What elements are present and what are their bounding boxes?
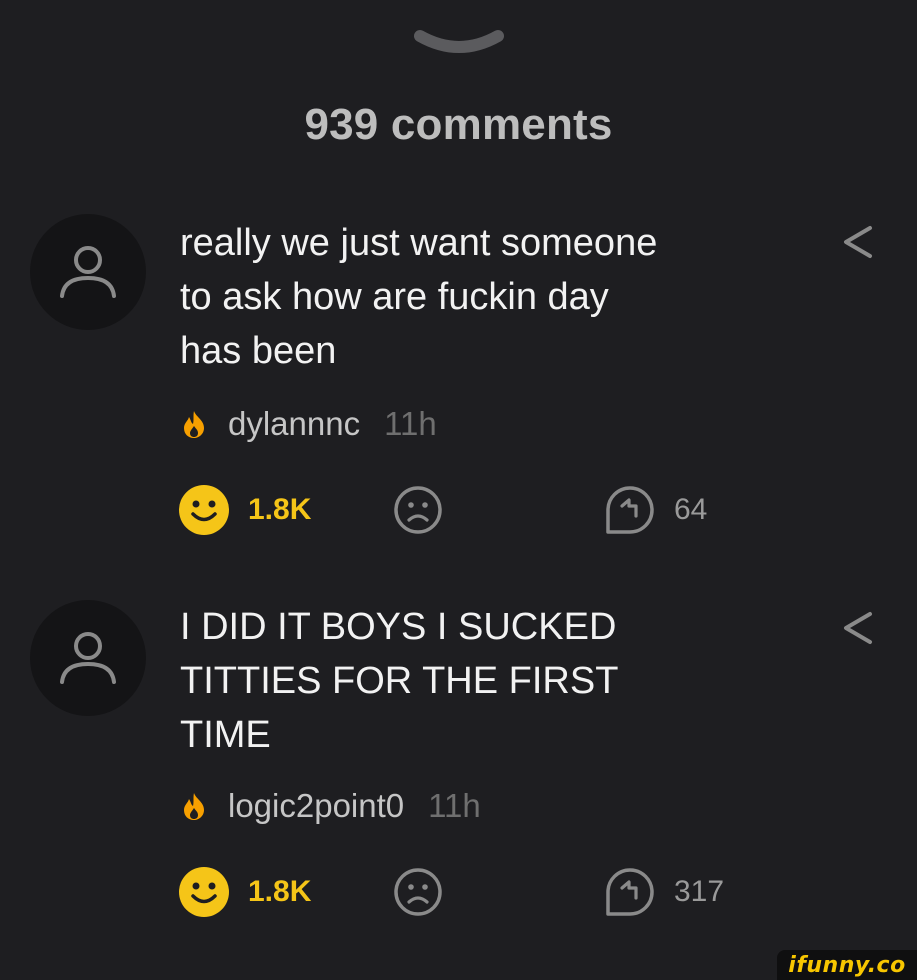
comment-line: to ask how are fuckin day: [180, 276, 609, 318]
reply-count[interactable]: 64: [674, 493, 707, 527]
user-icon: [60, 246, 116, 298]
flame-icon: [184, 411, 204, 438]
comments-page: 939 comments really we just want someone…: [0, 0, 917, 980]
user-icon: [60, 632, 116, 684]
reply-count[interactable]: 317: [674, 875, 724, 909]
share-icon[interactable]: [840, 222, 874, 262]
like-count: 1.8K: [248, 875, 312, 908]
comment-count: 939 comments: [304, 100, 613, 149]
reply-icon[interactable]: [600, 484, 660, 536]
frown-icon[interactable]: [392, 484, 444, 536]
flame-icon: [184, 793, 204, 820]
share-icon[interactable]: [840, 608, 874, 648]
comment-meta: dylannnc 11h: [180, 404, 437, 444]
chevron-down-icon[interactable]: [412, 28, 506, 64]
comment-body: really we just want someone to ask how a…: [180, 216, 800, 378]
comment-author[interactable]: logic2point0: [228, 787, 404, 825]
avatar[interactable]: [30, 214, 146, 330]
comment-line: I DID IT BOYS I SUCKED: [180, 606, 617, 648]
frown-icon[interactable]: [392, 866, 444, 918]
smile-icon[interactable]: [178, 484, 230, 536]
smile-icon[interactable]: [178, 866, 230, 918]
watermark-logo: ifunny.co: [788, 952, 906, 978]
comment-time: 11h: [428, 787, 481, 824]
comment-line: has been: [180, 330, 337, 372]
comment-meta: logic2point0 11h: [180, 786, 481, 826]
reply-icon[interactable]: [600, 866, 660, 918]
comment-time: 11h: [384, 405, 437, 442]
comment-line: really we just want someone: [180, 222, 658, 264]
avatar[interactable]: [30, 600, 146, 716]
watermark: ifunny.co: [777, 950, 917, 980]
comment-line: TITTIES FOR THE FIRST: [180, 660, 619, 702]
comment-author[interactable]: dylannnc: [228, 405, 360, 443]
like-count: 1.8K: [248, 493, 312, 526]
comment-body: I DID IT BOYS I SUCKED TITTIES FOR THE F…: [180, 600, 800, 762]
comment-line: TIME: [180, 714, 271, 756]
